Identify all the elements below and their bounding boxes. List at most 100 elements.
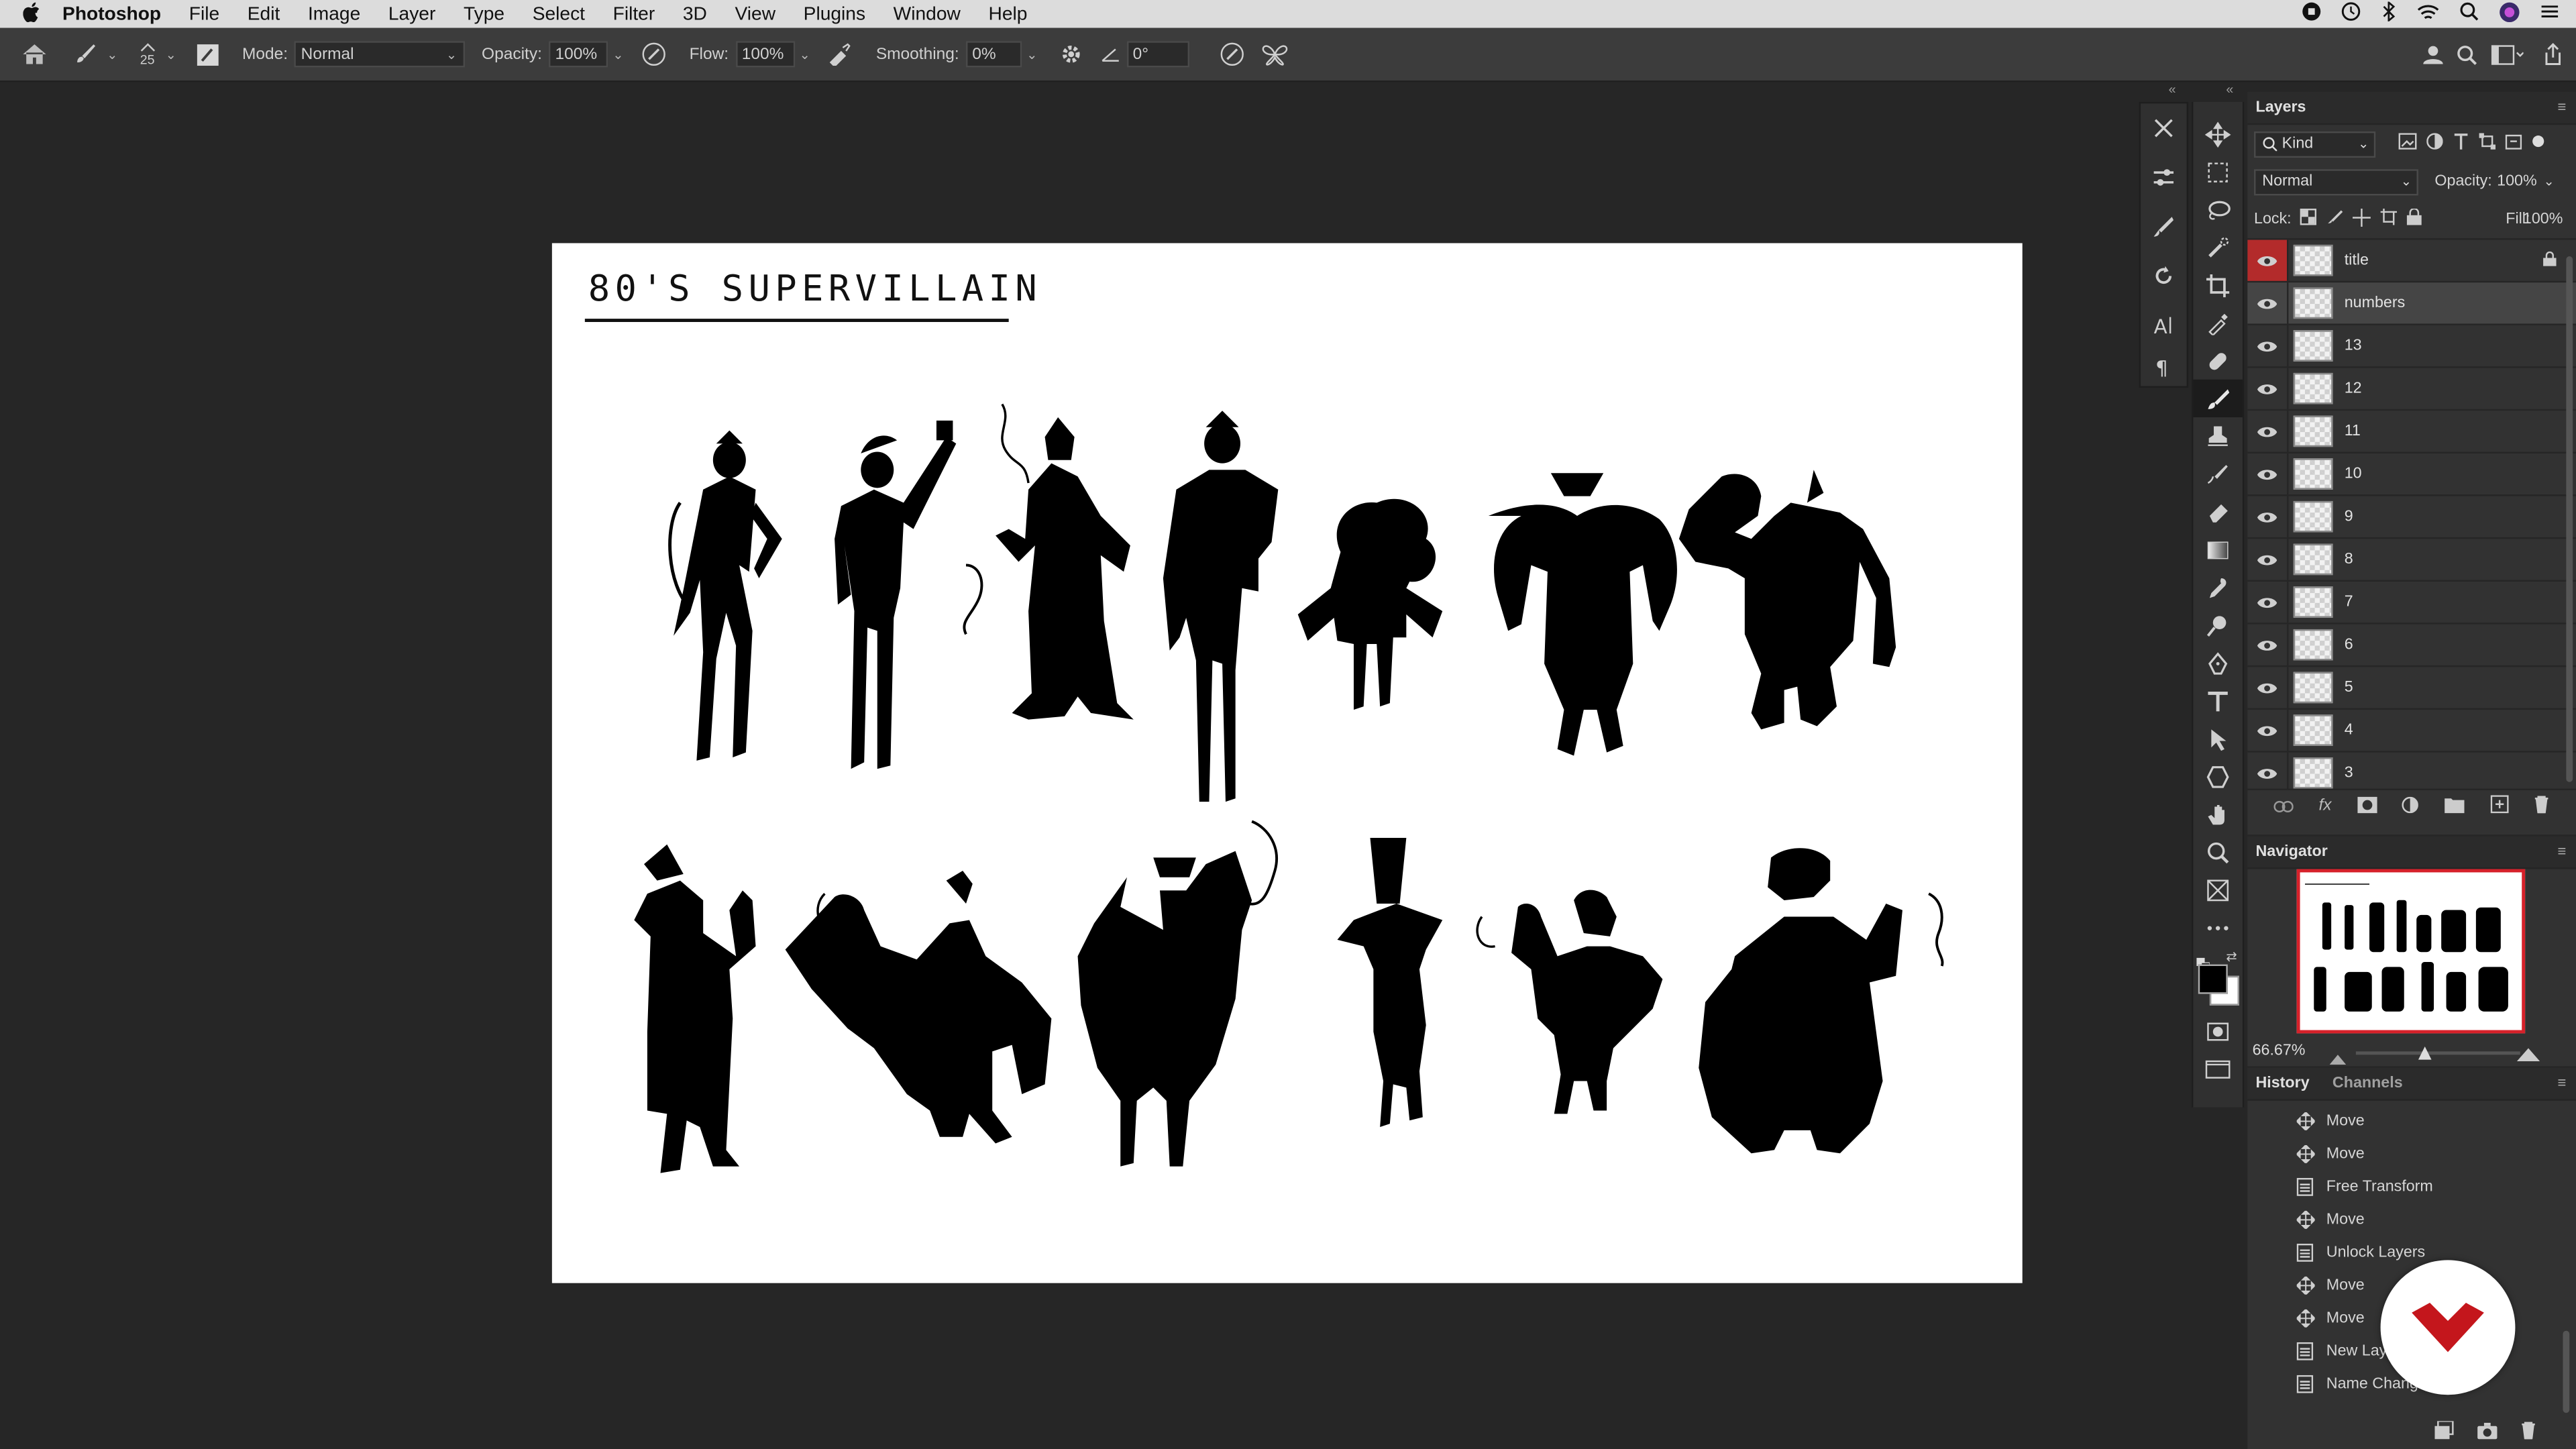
bluetooth-icon[interactable] [2381,0,2397,26]
layer-visibility-eye-icon[interactable] [2247,411,2289,452]
layer-row[interactable]: 7 [2247,581,2576,625]
new-group-icon[interactable] [2444,791,2465,820]
layer-name[interactable]: 9 [2345,508,2353,526]
zoom-in-mountain-icon[interactable] [2516,1040,2540,1069]
home-icon[interactable] [0,38,69,70]
brush-size-picker[interactable]: 25 [134,38,160,70]
layer-name[interactable]: 12 [2345,380,2362,398]
canvas-area[interactable]: 80'S SUPERVILLAIN [0,82,2136,1449]
layer-style-fx-icon[interactable]: fx [2318,797,2331,815]
layer-row[interactable]: numbers [2247,282,2576,325]
quick-mask-icon[interactable] [2193,1012,2242,1050]
lasso-tool-icon[interactable] [2193,191,2242,228]
lock-image-pixels-icon[interactable] [2326,209,2343,230]
navigator-panel-menu-icon[interactable]: ≡ [2557,843,2566,859]
new-document-from-state-icon[interactable] [2434,1417,2454,1447]
history-snapshot-source-box[interactable] [2257,1209,2277,1228]
zoom-tool-icon[interactable] [2193,833,2242,871]
layer-name[interactable]: 8 [2345,550,2353,568]
opacity-chevron-icon[interactable]: ⌄ [612,47,623,62]
link-layers-icon[interactable] [2273,791,2294,820]
shape-tool-icon[interactable] [2193,757,2242,795]
layer-visibility-eye-icon[interactable] [2247,624,2289,665]
layer-visibility-eye-icon[interactable] [2247,239,2289,281]
airbrush-icon[interactable] [820,38,860,70]
menu-edit[interactable]: Edit [248,4,280,23]
flow-input[interactable]: 100% [735,41,795,68]
brush-tool-preset-icon[interactable] [69,38,102,70]
hand-tool-icon[interactable] [2193,795,2242,833]
tool-presets-icon[interactable] [2141,103,2187,152]
path-selection-tool-icon[interactable] [2193,720,2242,757]
history-snapshot-source-box[interactable] [2257,1275,2277,1294]
menu-layer[interactable]: Layer [388,4,435,23]
filter-toggle-icon[interactable] [2532,135,2545,153]
tab-history[interactable]: History [2255,1075,2309,1093]
history-snapshot-source-box[interactable] [2257,1144,2277,1163]
layer-name[interactable]: 4 [2345,721,2353,739]
layer-visibility-eye-icon[interactable] [2247,581,2289,623]
layer-thumbnail[interactable] [2293,458,2333,490]
layer-row[interactable]: 8 [2247,539,2576,582]
layer-fill-value[interactable]: 100% [2523,210,2563,228]
rotate-view-icon[interactable] [2141,252,2187,301]
pressure-size-icon[interactable] [1212,38,1251,70]
layer-thumbnail[interactable] [2293,757,2333,789]
brush-settings-toggle-icon[interactable] [190,38,226,70]
layer-visibility-eye-icon[interactable] [2247,667,2289,708]
menu-plugins[interactable]: Plugins [804,4,865,23]
workspace-switcher-icon[interactable] [2487,38,2527,70]
time-machine-icon[interactable] [2341,1,2361,26]
layer-thumbnail[interactable] [2293,415,2333,447]
history-scrollbar[interactable] [2563,1330,2570,1413]
layer-name[interactable]: 10 [2345,465,2362,483]
eyedropper-tool-icon[interactable] [2193,304,2242,341]
pen-tool-icon[interactable] [2193,644,2242,682]
new-layer-icon[interactable] [2489,791,2508,820]
add-layer-mask-icon[interactable] [2357,791,2377,820]
layers-panel-menu-icon[interactable]: ≡ [2557,99,2566,115]
layer-row[interactable]: 9 [2247,496,2576,539]
new-adjustment-layer-icon[interactable] [2402,791,2419,820]
marquee-tool-icon[interactable] [2193,153,2242,191]
layer-opacity-chevron-icon[interactable]: ⌄ [2543,174,2554,189]
menu-3d[interactable]: 3D [683,4,707,23]
layer-row[interactable]: 5 [2247,667,2576,710]
layer-visibility-eye-icon[interactable] [2247,539,2289,580]
new-snapshot-icon[interactable] [2477,1417,2498,1447]
flow-chevron-icon[interactable]: ⌄ [799,47,810,62]
properties-icon[interactable] [2141,153,2187,202]
symmetry-butterfly-icon[interactable] [1254,38,1294,70]
smoothing-options-gear-icon[interactable] [1051,38,1090,70]
layer-lock-icon[interactable] [2543,251,2557,271]
layer-name[interactable]: 5 [2345,678,2353,696]
layer-thumbnail[interactable] [2293,372,2333,405]
layer-opacity-value[interactable]: 100% [2497,172,2537,191]
layer-name[interactable]: 6 [2345,636,2353,654]
layer-filter-kind-select[interactable]: Kind ⌄ [2254,130,2376,157]
search-icon[interactable] [2451,38,2481,70]
healing-brush-tool-icon[interactable] [2193,341,2242,379]
foreground-color-swatch[interactable] [2198,964,2228,994]
history-snapshot-source-box[interactable] [2257,1373,2277,1393]
filter-type-icon[interactable] [2453,133,2469,154]
history-state-row[interactable]: Unlock Layers [2247,1236,2576,1269]
smudge-tool-icon[interactable] [2193,568,2242,606]
siri-icon[interactable] [2499,1,2520,27]
quick-selection-tool-icon[interactable] [2193,228,2242,266]
layers-scrollbar[interactable] [2566,256,2573,782]
brush-size-chevron-icon[interactable]: ⌄ [166,47,176,62]
share-export-icon[interactable] [2536,38,2569,70]
lock-position-icon[interactable] [2352,207,2371,231]
mode-select[interactable]: Normal ⌄ [294,41,466,68]
dodge-tool-icon[interactable] [2193,606,2242,644]
menu-type[interactable]: Type [464,4,504,23]
layer-thumbnail[interactable] [2293,287,2333,319]
filter-adjustment-icon[interactable] [2426,133,2443,154]
edit-toolbar-more-icon[interactable] [2193,908,2242,946]
brush-tool-icon[interactable] [2193,379,2243,418]
history-snapshot-source-box[interactable] [2257,1176,2277,1195]
layer-name[interactable]: numbers [2345,294,2406,312]
brush-preset-chevron-icon[interactable]: ⌄ [107,47,117,62]
opacity-input[interactable]: 100% [548,41,608,68]
